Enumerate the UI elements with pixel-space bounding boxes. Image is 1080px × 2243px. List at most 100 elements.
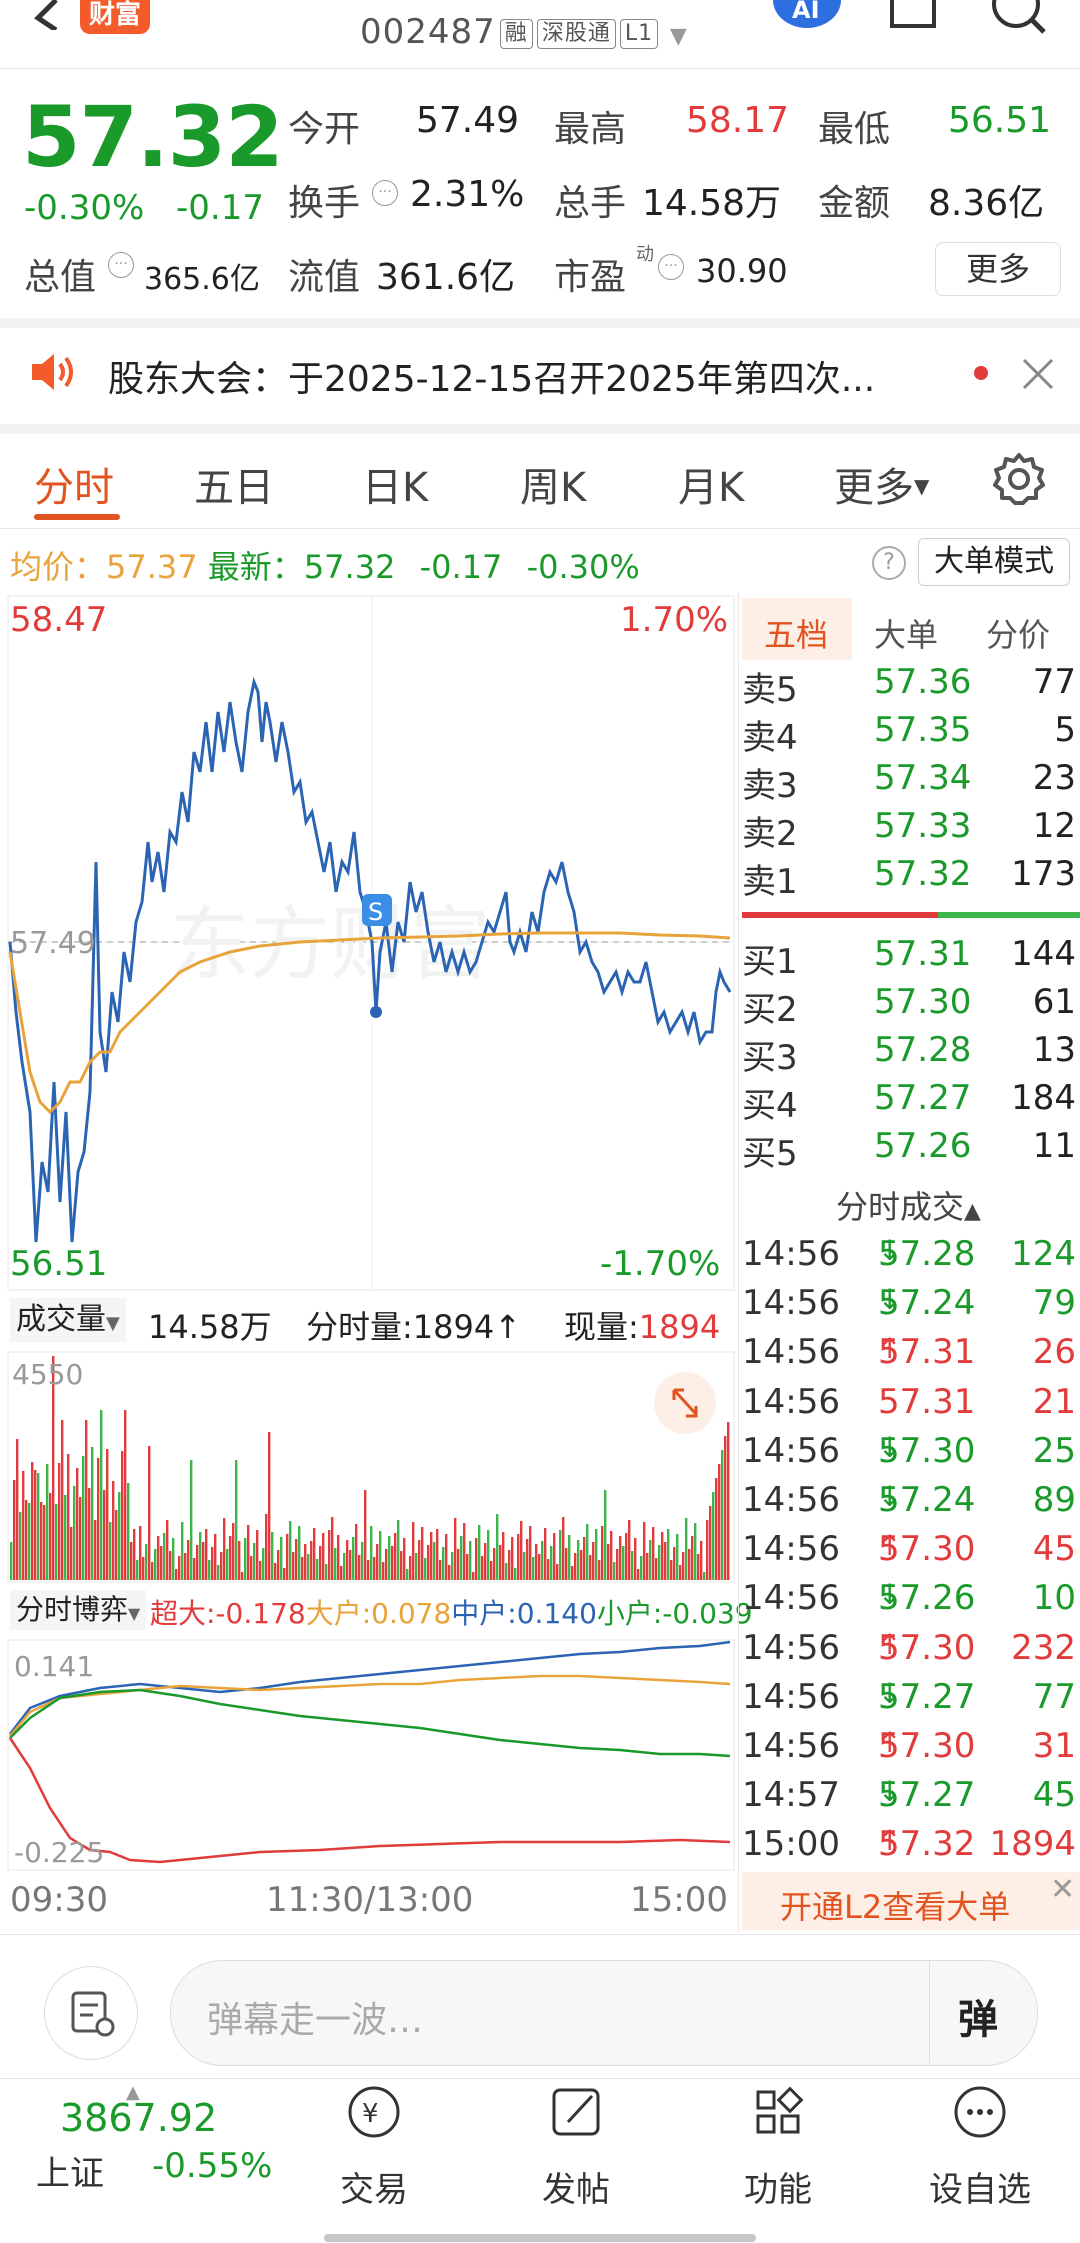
- minute-volume-text: 分时量:1894: [306, 1308, 495, 1346]
- note-icon[interactable]: [44, 1966, 138, 2060]
- flow-selector-label: 分时博弈: [16, 1593, 129, 1626]
- bid-volume: 13: [1032, 1030, 1076, 1070]
- arrow-up-icon: ↑: [494, 1308, 522, 1346]
- flow-selector[interactable]: 分时博弈▼: [10, 1590, 147, 1630]
- tab-intraday[interactable]: 分时: [34, 455, 114, 513]
- tab-daily-k[interactable]: 日K: [362, 455, 428, 513]
- bid-label: 买4: [742, 1086, 798, 1126]
- ask-row[interactable]: 卖3 57.34 23: [742, 758, 1080, 806]
- home-indicator: [324, 2234, 756, 2242]
- nav-functions[interactable]: 功能: [708, 2082, 848, 2222]
- bid-volume: 144: [1011, 934, 1076, 974]
- close-icon[interactable]: [1018, 354, 1058, 394]
- latest-change: -0.17: [419, 548, 503, 586]
- caret-up-icon: ▲: [964, 1199, 981, 1224]
- bid-row[interactable]: 买2 57.30 61: [742, 982, 1080, 1030]
- search-icon[interactable]: [990, 0, 1050, 34]
- speaker-icon: [30, 352, 78, 392]
- bid-label: 买3: [742, 1038, 798, 1078]
- tick-arrow: ↑: [878, 1824, 902, 1858]
- ai-icon[interactable]: AI: [772, 0, 842, 30]
- price-chart[interactable]: 东方财富 S: [0, 592, 736, 1292]
- share-icon[interactable]: [888, 0, 938, 30]
- high-value: 58.17: [686, 100, 790, 141]
- stock-code-text: 002487: [360, 12, 496, 52]
- nav-post[interactable]: 发帖: [506, 2082, 646, 2222]
- ask-row[interactable]: 卖5 57.36 77: [742, 662, 1080, 710]
- tick-volume: 124: [1011, 1234, 1076, 1274]
- index-ticker[interactable]: ▲ 3867.92 上证 -0.55%: [0, 2082, 272, 2242]
- big-order-mode-button[interactable]: 大单模式: [918, 538, 1070, 586]
- ask-row[interactable]: 卖1 57.32 173: [742, 854, 1080, 902]
- info-icon[interactable]: ···: [372, 180, 398, 206]
- pe-value: 30.90: [696, 252, 788, 290]
- volume-selector[interactable]: 成交量▼: [10, 1298, 126, 1342]
- time-mid: 11:30/13:00: [266, 1880, 474, 1920]
- close-icon[interactable]: ✕: [1050, 1872, 1075, 1907]
- order-book-tab-five[interactable]: 五档: [764, 610, 828, 656]
- flow-chart[interactable]: [0, 1638, 736, 1872]
- tick-arrow: ↑: [878, 1332, 902, 1366]
- ticks-header[interactable]: 分时成交▲: [836, 1182, 981, 1228]
- tick-volume: 25: [1032, 1430, 1076, 1471]
- l2-banner[interactable]: 开通L2查看大单 ✕: [742, 1872, 1080, 1930]
- flow-bottom-value: -0.225: [14, 1836, 105, 1869]
- svg-text:AI: AI: [792, 0, 820, 24]
- bid-label: 买2: [742, 990, 798, 1030]
- help-icon[interactable]: ?: [872, 546, 906, 580]
- tab-five-day[interactable]: 五日: [194, 455, 274, 513]
- bid-row[interactable]: 买3 57.28 13: [742, 1030, 1080, 1078]
- info-icon[interactable]: ···: [658, 254, 684, 280]
- stock-code[interactable]: 002487 融深股通 L1 ▼: [360, 12, 688, 52]
- right-panel-border: [738, 592, 739, 1932]
- more-dots-icon: [954, 2086, 1006, 2138]
- nav-trade[interactable]: ¥ 交易: [304, 2082, 444, 2222]
- tab-weekly-k[interactable]: 周K: [520, 455, 586, 513]
- ask-price: 57.32: [874, 854, 972, 894]
- tab-underline: [34, 514, 120, 520]
- comment-input[interactable]: 弹幕走一波… 弹: [170, 1960, 1038, 2066]
- volume-selector-label: 成交量: [16, 1302, 106, 1337]
- avg-info: 均价：57.37 最新：57.32 -0.17 -0.30%: [10, 542, 640, 588]
- ask-price: 57.35: [874, 710, 972, 750]
- notice-text[interactable]: 股东大会：于2025-12-15召开2025年第四次...: [108, 350, 875, 402]
- tick-row: 15:00 57.32 ↑ 1894: [742, 1824, 1080, 1870]
- bid-row[interactable]: 买1 57.31 144: [742, 934, 1080, 982]
- expand-icon[interactable]: [654, 1372, 716, 1434]
- tick-volume: 21: [1032, 1381, 1076, 1422]
- volume-chart-svg: [7, 1351, 735, 1583]
- tick-time: 14:56: [742, 1529, 840, 1570]
- ticks-title: 分时成交: [836, 1188, 965, 1226]
- tick-row: 14:56 57.24 ↓ 79: [742, 1283, 1080, 1329]
- bid-row[interactable]: 买5 57.26 11: [742, 1126, 1080, 1174]
- price-chart-svg: 东方财富 S: [7, 595, 735, 1291]
- danmu-toggle[interactable]: 弹: [929, 1961, 1036, 2063]
- volume-label: 总手: [554, 183, 627, 224]
- amount-label: 金额: [818, 183, 891, 224]
- tab-more[interactable]: 更多▼: [834, 455, 929, 513]
- tick-arrow: ↓: [878, 1480, 902, 1513]
- ask-label: 卖4: [742, 718, 798, 758]
- tab-monthly-k[interactable]: 月K: [678, 455, 744, 513]
- tick-arrow: ↓: [878, 1578, 902, 1612]
- settings-gear-icon[interactable]: [992, 452, 1046, 506]
- ask-row[interactable]: 卖4 57.35 5: [742, 710, 1080, 758]
- bid-row[interactable]: 买4 57.27 184: [742, 1078, 1080, 1126]
- more-button[interactable]: 更多: [935, 242, 1061, 296]
- order-book-tab-big[interactable]: 大单: [874, 610, 938, 656]
- latest-label: 最新：: [207, 548, 304, 586]
- bid-price: 57.31: [874, 934, 972, 974]
- bid-price: 57.30: [874, 982, 972, 1022]
- order-book-tab-price[interactable]: 分价: [986, 610, 1050, 656]
- tick-row: 14:56 57.31 ↑ 26: [742, 1332, 1080, 1378]
- tick-time: 14:56: [742, 1578, 840, 1619]
- back-icon[interactable]: [20, 0, 64, 33]
- turnover-label: 换手: [288, 183, 361, 224]
- tick-price-value: 57.31: [878, 1381, 976, 1422]
- nav-watchlist[interactable]: 设自选: [910, 2082, 1050, 2222]
- info-icon[interactable]: ···: [108, 252, 134, 278]
- open-value: 57.49: [416, 100, 520, 141]
- open-label: 今开: [288, 109, 361, 150]
- ask-row[interactable]: 卖2 57.33 12: [742, 806, 1080, 854]
- volume-chart[interactable]: [0, 1350, 736, 1584]
